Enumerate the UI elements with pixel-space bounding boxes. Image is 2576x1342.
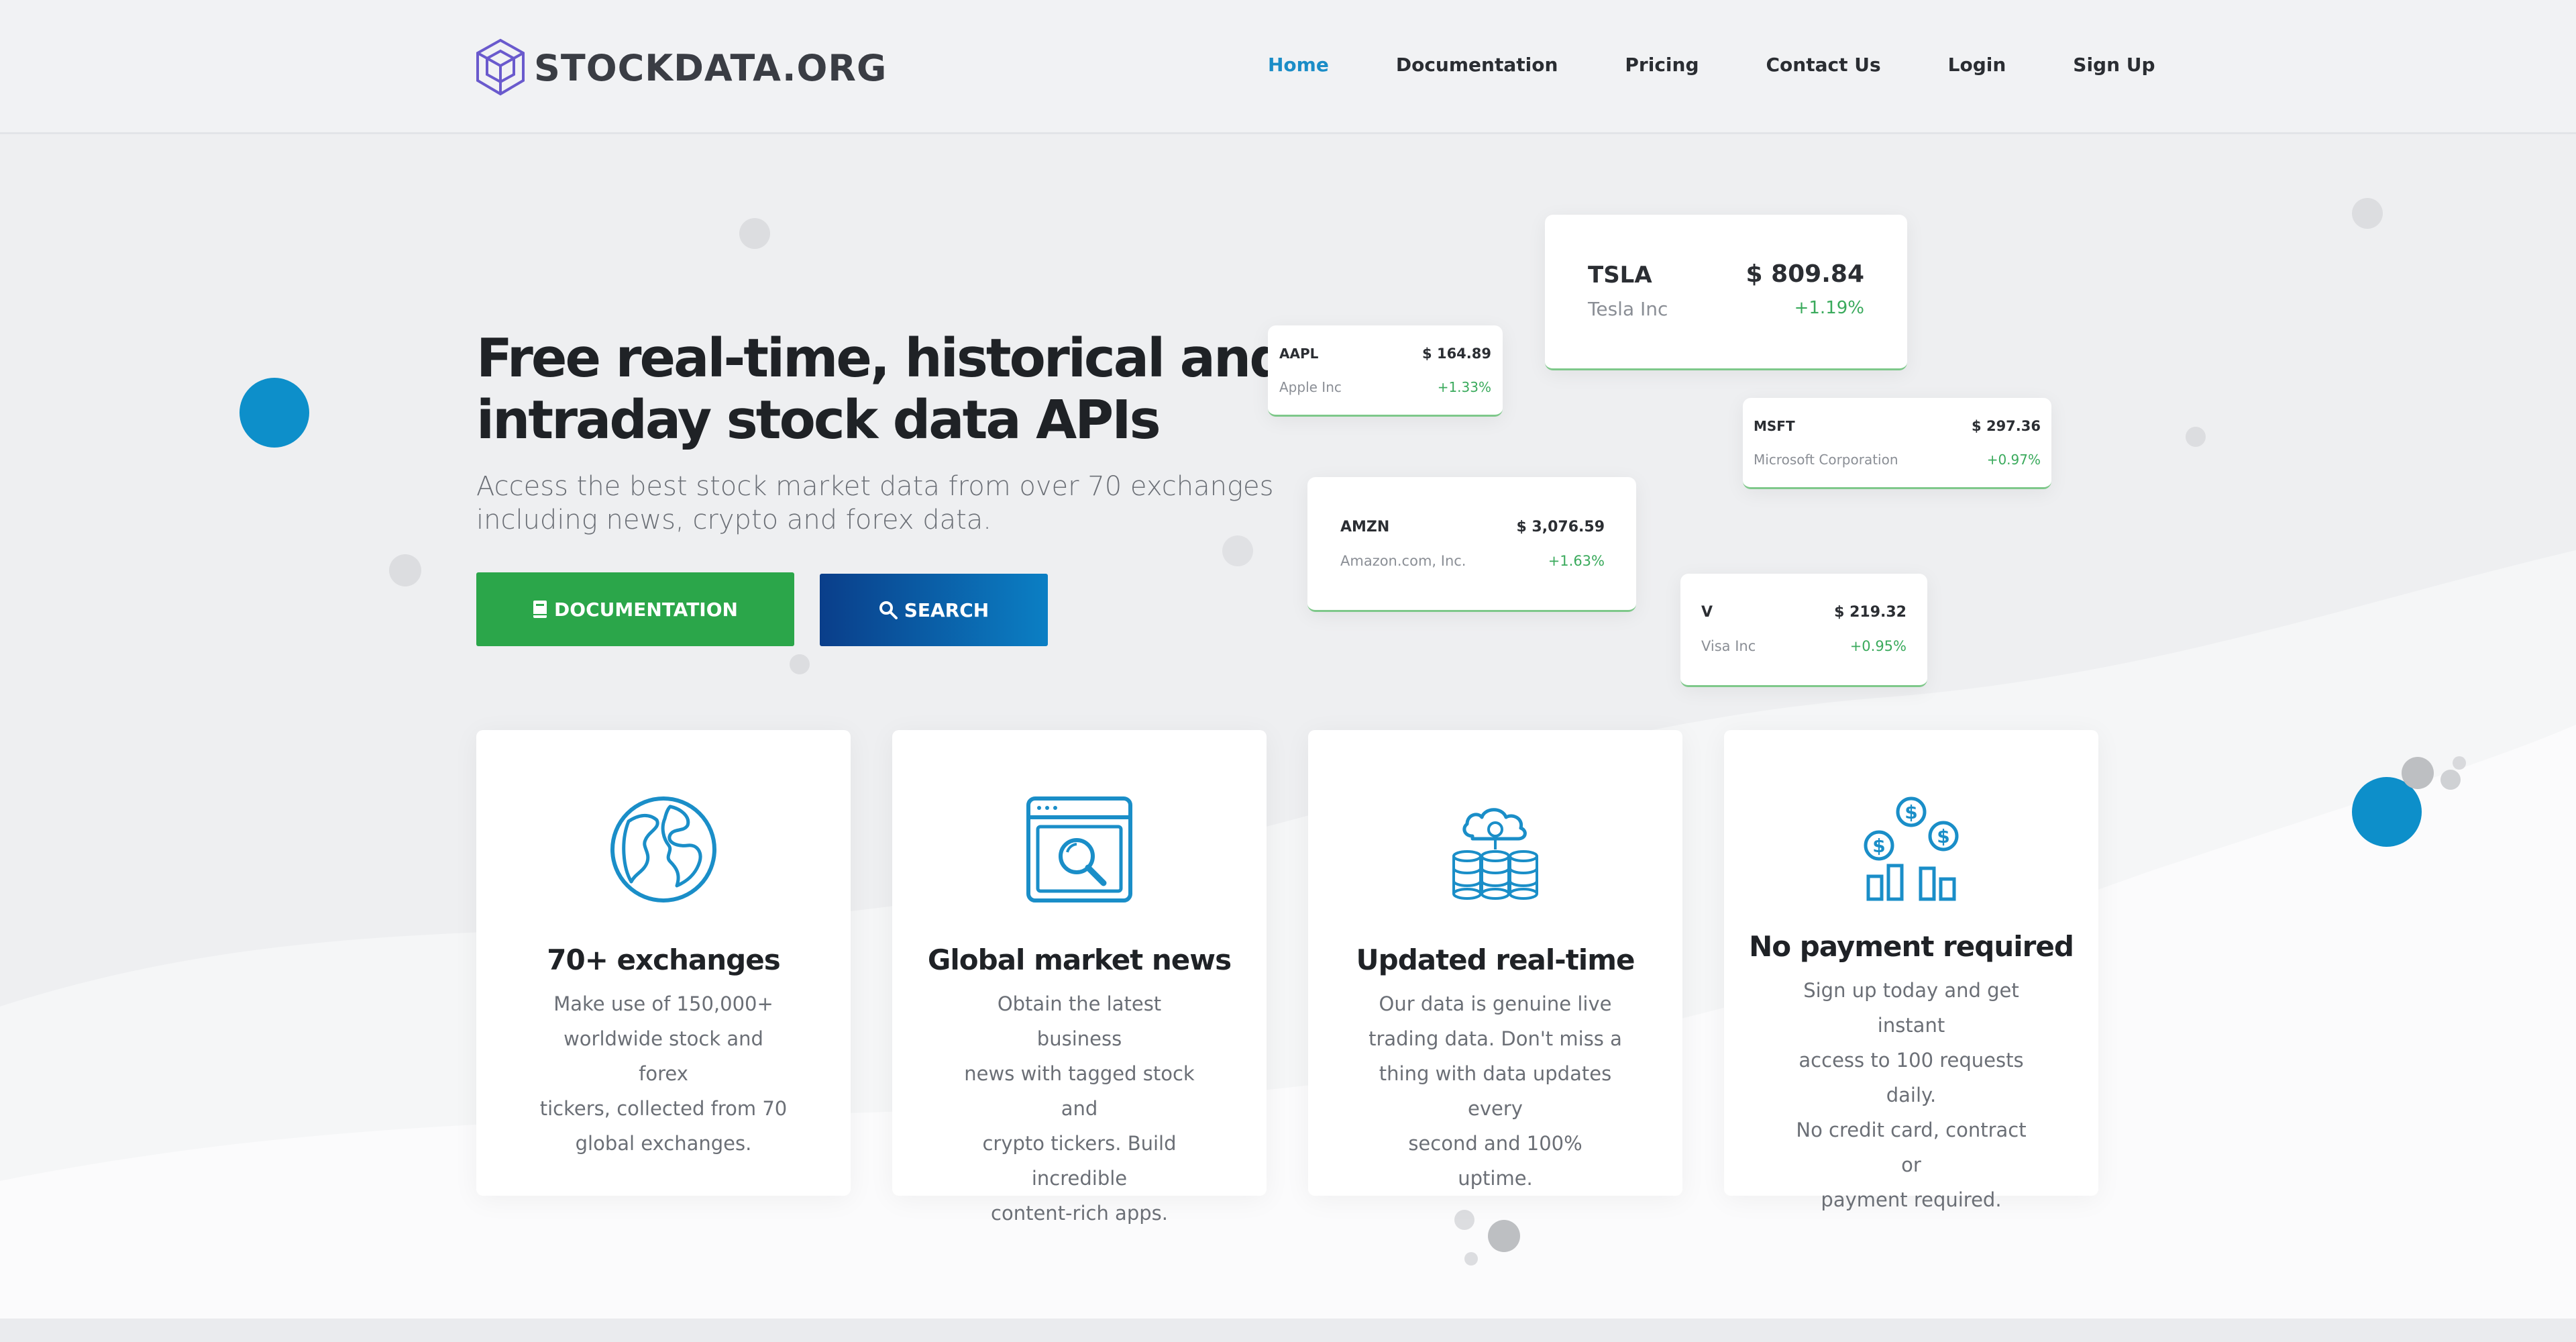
stock-card-v: V $ 219.32 Visa Inc +0.95% (1680, 574, 1927, 687)
hero-subtitle: Access the best stock market data from o… (476, 470, 1281, 537)
feature-desc-line: worldwide stock and forex (564, 1027, 763, 1085)
feature-desc-line: global exchanges. (575, 1132, 752, 1155)
feature-desc-line: crypto tickers. Build incredible (982, 1132, 1177, 1190)
feature-description: Obtain the latest business news with tag… (953, 986, 1206, 1231)
decor-dot (2453, 756, 2466, 770)
cube-logo-icon (476, 38, 525, 96)
stock-price: $ 164.89 (1422, 346, 1491, 362)
stock-symbol: AMZN (1340, 519, 1390, 535)
site-header: STOCKDATA.ORG Home Documentation Pricing… (0, 0, 2576, 134)
decor-dot (1222, 535, 1253, 566)
stock-card-msft: MSFT $ 297.36 Microsoft Corporation +0.9… (1743, 398, 2051, 489)
feature-desc-line: payment required. (1821, 1188, 2002, 1211)
feature-title: 70+ exchanges (547, 943, 780, 976)
nav-login[interactable]: Login (1948, 54, 2006, 76)
browser-search-icon (1026, 796, 1132, 902)
nav-contact-us[interactable]: Contact Us (1766, 54, 1881, 76)
hero-subtitle-line1: Access the best stock market data from o… (476, 471, 1274, 502)
stock-card-tsla: TSLA $ 809.84 Tesla Inc +1.19% (1545, 215, 1907, 370)
background-wave (0, 550, 2576, 1322)
hero-title-line1: Free real-time, historical and (476, 327, 1287, 389)
globe-icon (610, 796, 716, 902)
nav-pricing[interactable]: Pricing (1625, 54, 1699, 76)
feature-desc-line: Our data is genuine live (1379, 992, 1612, 1015)
feature-desc-line: No credit card, contract or (1796, 1119, 2027, 1176)
svg-text:$: $ (1872, 835, 1885, 857)
feature-desc-line: news with tagged stock and (964, 1062, 1195, 1120)
documentation-button-label: DOCUMENTATION (554, 598, 738, 621)
svg-text:$: $ (1904, 801, 1917, 823)
decor-dot (389, 554, 421, 586)
svg-text:$: $ (1937, 825, 1949, 847)
stock-symbol: AAPL (1279, 346, 1319, 362)
feature-desc-line: content-rich apps. (991, 1202, 1168, 1225)
feature-card-news: Global market news Obtain the latest bus… (892, 730, 1267, 1225)
decor-dot (739, 218, 770, 249)
feature-description: Sign up today and get instant access to … (1784, 973, 2038, 1217)
stock-change: +0.95% (1849, 638, 1907, 654)
feature-title: Updated real-time (1356, 943, 1635, 976)
feature-desc-line: second and 100% uptime. (1408, 1132, 1582, 1190)
decor-dot (239, 378, 309, 448)
stock-name: Microsoft Corporation (1754, 452, 1898, 468)
hero-subtitle-line2: including news, crypto and forex data. (476, 505, 992, 535)
hero-title-line2: intraday stock data APIs (476, 389, 1161, 451)
cloud-database-icon (1452, 808, 1538, 900)
feature-desc-line: trading data. Don't miss a (1368, 1027, 1622, 1050)
footer-strip (0, 1319, 2576, 1342)
stock-change: +0.97% (1986, 452, 2041, 468)
decor-dot (1454, 1210, 1474, 1230)
decor-dot (2402, 757, 2434, 789)
brand-name: STOCKDATA.ORG (534, 46, 888, 89)
stock-price: $ 297.36 (1972, 418, 2041, 434)
stock-price: $ 219.32 (1834, 604, 1907, 621)
feature-desc-line: thing with data updates every (1379, 1062, 1612, 1120)
stock-price: $ 809.84 (1746, 260, 1864, 288)
stock-change: +1.33% (1437, 379, 1491, 395)
stock-name: Tesla Inc (1588, 298, 1668, 320)
decor-dot (2186, 427, 2206, 447)
stock-name: Visa Inc (1701, 638, 1756, 654)
feature-title: Global market news (927, 943, 1232, 976)
stock-symbol: TSLA (1588, 262, 1652, 289)
book-icon (533, 600, 547, 619)
stock-card-aapl: AAPL $ 164.89 Apple Inc +1.33% (1268, 325, 1503, 417)
stock-change: +1.19% (1794, 298, 1864, 318)
coins-chart-icon: $ $ $ (1864, 796, 1959, 901)
stock-name: Amazon.com, Inc. (1340, 553, 1466, 569)
feature-description: Our data is genuine live trading data. D… (1368, 986, 1622, 1196)
decor-dot (790, 654, 810, 674)
feature-desc-line: Sign up today and get instant (1803, 979, 2019, 1037)
stock-change: +1.63% (1548, 553, 1605, 569)
brand-logo[interactable]: STOCKDATA.ORG (474, 38, 887, 98)
nav-home[interactable]: Home (1268, 54, 1329, 76)
search-button[interactable]: SEARCH (820, 574, 1048, 646)
stock-name: Apple Inc (1279, 379, 1342, 395)
feature-title: No payment required (1749, 930, 2074, 963)
search-icon (879, 601, 898, 619)
stock-symbol: V (1701, 604, 1713, 621)
feature-card-exchanges: 70+ exchanges Make use of 150,000+ world… (476, 730, 851, 1196)
feature-desc-line: Make use of 150,000+ (553, 992, 773, 1015)
feature-description: Make use of 150,000+ worldwide stock and… (537, 986, 790, 1161)
stock-card-amzn: AMZN $ 3,076.59 Amazon.com, Inc. +1.63% (1307, 477, 1636, 612)
stock-symbol: MSFT (1754, 418, 1795, 434)
decor-dot (1488, 1220, 1520, 1252)
feature-desc-line: Obtain the latest business (997, 992, 1162, 1050)
nav-sign-up[interactable]: Sign Up (2073, 54, 2155, 76)
search-button-label: SEARCH (904, 599, 989, 621)
nav-documentation[interactable]: Documentation (1396, 54, 1558, 76)
feature-desc-line: tickers, collected from 70 (539, 1097, 788, 1120)
decor-dot (1464, 1252, 1478, 1266)
feature-card-no-payment: $ $ $ No payment required Sign up today … (1724, 730, 2098, 1211)
decor-dot (2352, 198, 2383, 229)
decor-dot (2440, 770, 2461, 790)
feature-desc-line: access to 100 requests daily. (1799, 1049, 2024, 1106)
stock-price: $ 3,076.59 (1516, 519, 1605, 535)
documentation-button[interactable]: DOCUMENTATION (476, 572, 794, 646)
main-nav: Home Documentation Pricing Contact Us Lo… (1268, 54, 2155, 76)
feature-card-realtime: Updated real-time Our data is genuine li… (1308, 730, 1682, 1196)
hero-title: Free real-time, historical and intraday … (476, 327, 1348, 451)
